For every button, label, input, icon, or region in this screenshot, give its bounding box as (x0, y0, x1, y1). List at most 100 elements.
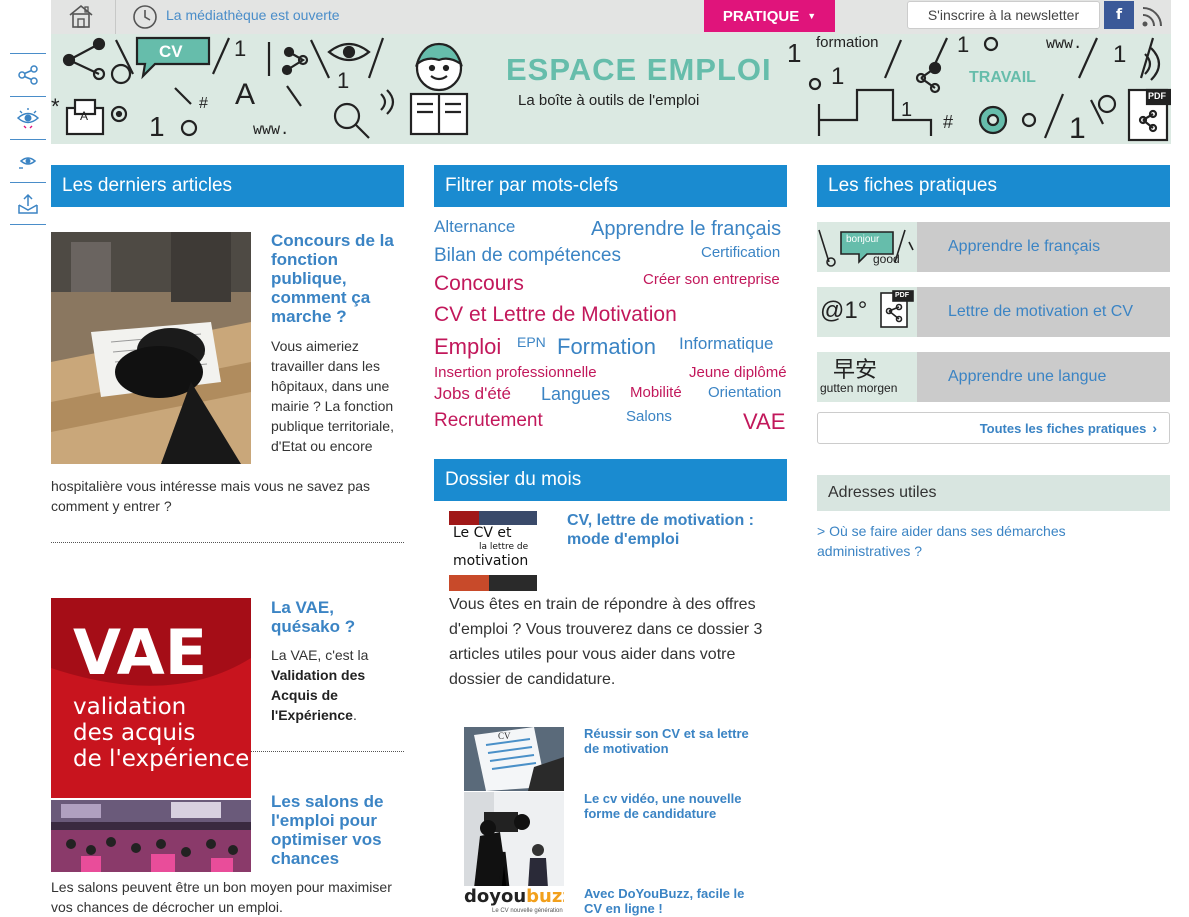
tag-link[interactable]: Langues (541, 384, 610, 405)
tag-link[interactable]: Certification (701, 244, 780, 261)
dossier-description: Vous êtes en train de répondre à des off… (449, 596, 763, 688)
dossier-thumb-line: motivation (453, 553, 529, 569)
fiche-card[interactable]: bonjour good Apprendre le français (817, 222, 1170, 272)
fiche-thumb-word: gutten morgen (820, 381, 898, 395)
article-excerpt: La VAE, c'est la Validation des Acquis d… (271, 645, 404, 725)
tag-link[interactable]: Jobs d'été (434, 384, 511, 404)
fiche-thumb-word: bonjour (846, 234, 880, 245)
svg-text:1: 1 (234, 36, 246, 61)
dossier-sub-link[interactable]: Réussir son CV et sa lettre de motivatio… (584, 726, 764, 756)
tag-link[interactable]: Alternance (434, 217, 515, 237)
tag-link[interactable]: Informatique (679, 334, 774, 354)
article-excerpt: Les salons peuvent être un bon moyen pou… (51, 879, 392, 915)
dossier-sub-thumbnail[interactable]: CV (464, 727, 564, 791)
fiche-thumb-word: @1° (820, 297, 868, 324)
svg-text:#: # (943, 112, 953, 132)
svg-text:#: # (199, 95, 208, 112)
article-title[interactable]: Les salons de l'emploi pour optimiser vo… (271, 792, 404, 868)
tag-link[interactable]: Formation (557, 334, 656, 360)
chevron-right-icon: › (1152, 420, 1157, 436)
tag-link[interactable]: Jeune diplômé (689, 364, 787, 381)
eye-small-icon[interactable] (10, 139, 46, 182)
banner-www-label-2: www. (1046, 34, 1083, 52)
tag-link[interactable]: VAE (743, 409, 785, 435)
tag-link[interactable]: Orientation (708, 384, 781, 401)
excerpt-text: La VAE, c'est la (271, 647, 369, 663)
vae-image-heading: VAE (73, 616, 208, 689)
dossier-thumb-line: Le CV et (453, 525, 512, 541)
divider (51, 542, 404, 543)
vae-article-image[interactable]: VAE validation des acquis de l'expérienc… (51, 598, 251, 798)
svg-text:1: 1 (831, 63, 844, 90)
banner-www-label: www. (253, 120, 290, 138)
dossier-sub-thumbnail[interactable] (464, 792, 564, 888)
svg-text:1: 1 (1069, 112, 1086, 144)
logo-part: doyou (464, 886, 527, 907)
tag-link[interactable]: Bilan de compétences (434, 245, 621, 267)
svg-text:CV: CV (498, 731, 511, 741)
fiche-card[interactable]: 早安 gutten morgen Apprendre une langue (817, 352, 1170, 402)
home-icon[interactable] (63, 0, 99, 32)
svg-text:A: A (80, 109, 88, 123)
tag-link[interactable]: EPN (517, 334, 546, 350)
fiche-label[interactable]: Apprendre le français (917, 222, 1170, 272)
svg-text:1: 1 (957, 34, 969, 57)
svg-text:1: 1 (901, 99, 912, 121)
article-excerpt-continued: hospitalière vous intéresse mais vous ne… (51, 478, 371, 514)
dossier-sub-link[interactable]: Avec DoYouBuzz, facile le CV en ligne ! (584, 886, 764, 916)
banner-travail-label: TRAVAIL (969, 69, 1036, 86)
article-title[interactable]: Concours de la fonction publique, commen… (271, 231, 404, 326)
tag-link[interactable]: Recrutement (434, 410, 543, 432)
logo-part: buzz (526, 886, 564, 907)
rss-icon[interactable] (1139, 2, 1167, 30)
dossier-title[interactable]: CV, lettre de motivation : mode d'emploi (567, 511, 767, 549)
doyoubuzz-logo[interactable]: doyoubuzz Le CV nouvelle génération (464, 886, 564, 917)
clock-icon (133, 5, 157, 29)
fiche-card[interactable]: @1° PDF Lettre de motivation et CV (817, 287, 1170, 337)
tag-link[interactable]: Insertion professionnelle (434, 364, 597, 381)
dossier-thumb-line: la lettre de (479, 542, 529, 552)
banner-decoration: 1 * A 1 # A 1 1 1 1 1 # 1 1 (51, 34, 1171, 144)
keyword-filter-header: Filtrer par mots-clefs (434, 165, 787, 207)
newsletter-button[interactable]: S'inscrire à la newsletter (907, 1, 1100, 29)
facebook-icon[interactable]: f (1104, 1, 1134, 29)
dossier-thumbnail[interactable]: Le CV et la lettre de motivation (449, 511, 537, 591)
address-link[interactable]: > Où se faire aider dans ses démarches a… (817, 521, 1117, 561)
all-fiches-link[interactable]: Toutes les fiches pratiques › (817, 412, 1170, 444)
tag-link[interactable]: Apprendre le français (591, 218, 781, 241)
svg-text:1: 1 (1113, 41, 1126, 68)
fiche-label[interactable]: Apprendre une langue (917, 352, 1170, 402)
accessibility-toolbar (10, 53, 46, 225)
tag-link[interactable]: Mobilité (630, 384, 682, 401)
share-icon[interactable] (10, 53, 46, 96)
concours-article-image[interactable] (51, 232, 251, 464)
vae-image-line: validation (73, 694, 187, 720)
fiches-header: Les fiches pratiques (817, 165, 1170, 207)
article-title[interactable]: La VAE, quésako ? (271, 598, 404, 636)
banner-title: ESPACE EMPLOI (506, 52, 772, 87)
excerpt-strong: Validation des Acquis de l'Expérience (271, 667, 366, 723)
vae-image-line: des acquis (73, 720, 196, 746)
tag-link[interactable]: Emploi (434, 334, 501, 360)
all-fiches-label: Toutes les fiches pratiques (979, 420, 1147, 436)
tag-link[interactable]: Créer son entreprise (643, 271, 780, 288)
vae-image-line: de l'expérience (73, 746, 250, 772)
fiche-thumb-word: good (873, 252, 900, 266)
tag-link[interactable]: Salons (626, 408, 672, 425)
export-icon[interactable] (10, 182, 46, 225)
espace-emploi-banner: 1 * A 1 # A 1 1 1 1 1 # 1 1 CV www. www.… (51, 34, 1171, 144)
dossier-sub-link[interactable]: Le cv vidéo, une nouvelle forme de candi… (584, 791, 764, 821)
fiche-thumbnail: @1° PDF (817, 287, 917, 337)
tag-link[interactable]: CV et Lettre de Motivation (434, 303, 677, 327)
dossier-header: Dossier du mois (434, 459, 787, 501)
svg-text:A: A (235, 78, 255, 111)
fiche-label[interactable]: Lettre de motivation et CV (917, 287, 1170, 337)
svg-text:1: 1 (337, 68, 349, 93)
opening-status[interactable]: La médiathèque est ouverte (166, 7, 340, 23)
pratique-menu-button[interactable]: PRATIQUE ▼ (704, 0, 835, 32)
salons-article-image[interactable] (51, 800, 251, 872)
eye-contrast-icon[interactable] (10, 96, 46, 139)
tag-link[interactable]: Concours (434, 272, 524, 296)
logo-tagline: Le CV nouvelle génération (492, 908, 563, 914)
fiche-thumb-word: PDF (895, 292, 909, 299)
